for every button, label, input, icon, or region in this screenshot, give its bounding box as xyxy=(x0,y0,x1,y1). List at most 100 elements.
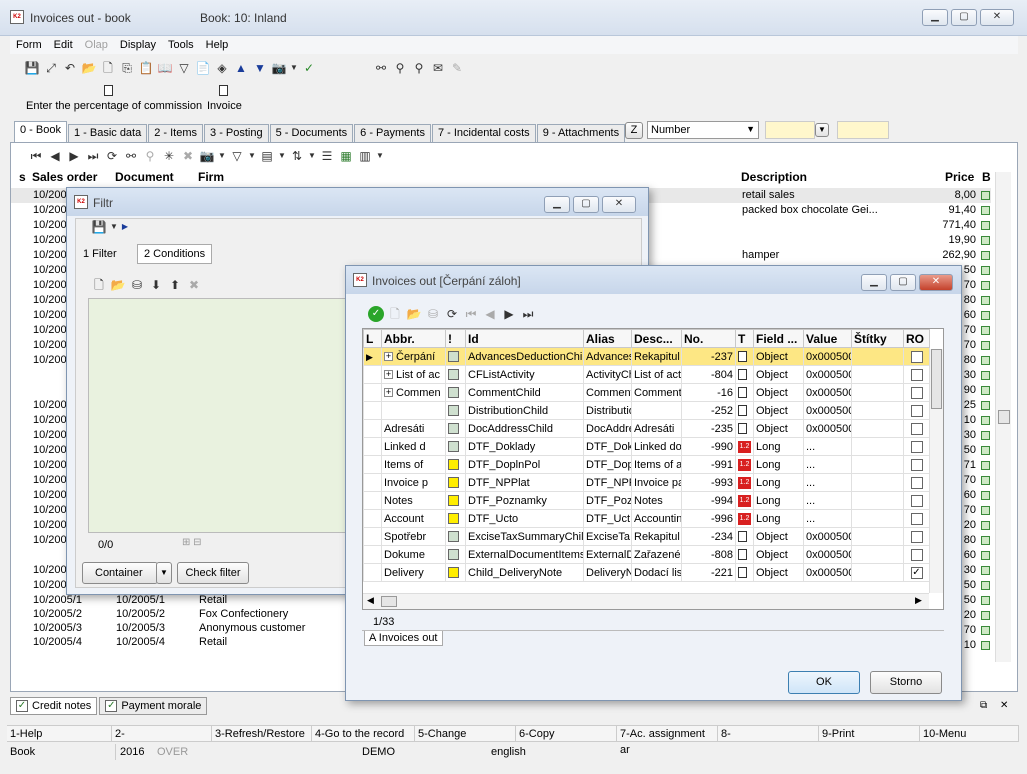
inv-col-9[interactable]: Value xyxy=(803,329,852,348)
table-row[interactable]: Spotřebr ExciseTaxSummaryChild ExciseTa: Re… xyxy=(363,527,930,546)
tree-icon[interactable]: ☰ xyxy=(319,148,335,164)
col-description[interactable]: Description xyxy=(741,170,807,184)
conditions-area[interactable] xyxy=(88,298,346,533)
arrow-down-icon[interactable]: ▼ xyxy=(252,60,268,76)
value-field-2[interactable] xyxy=(837,121,889,139)
new-document-icon[interactable]: 🗋 xyxy=(100,60,116,76)
ro-checkbox[interactable] xyxy=(910,368,923,381)
row-indicator[interactable] xyxy=(363,455,382,474)
mail-icon[interactable]: ✉ xyxy=(430,60,446,76)
open-folder-icon[interactable]: 📂 xyxy=(406,306,422,322)
binoculars-icon[interactable]: ⚯ xyxy=(123,148,139,164)
inv-col-3[interactable]: Id xyxy=(465,329,584,348)
commission-icon[interactable] xyxy=(104,84,113,96)
row-indicator[interactable] xyxy=(363,527,382,546)
row-indicator[interactable]: ▶ xyxy=(363,347,382,366)
inv-col-7[interactable]: T xyxy=(735,329,754,348)
invoice-icon[interactable] xyxy=(219,84,228,96)
tab-2[interactable]: 2 - Items xyxy=(148,124,204,142)
menu-form[interactable]: Form xyxy=(10,39,48,51)
move-up-icon[interactable]: ⬆ xyxy=(167,277,183,293)
inv-col-10[interactable]: Štítky xyxy=(851,329,904,348)
document-icon[interactable]: 📄 xyxy=(195,60,211,76)
row-indicator[interactable] xyxy=(363,545,382,564)
ro-checkbox[interactable] xyxy=(910,440,923,453)
tab-4[interactable]: 5 - Documents xyxy=(269,124,354,142)
menu-display[interactable]: Display xyxy=(114,39,162,51)
expand-icon[interactable]: ⊞ ⊟ xyxy=(182,537,202,548)
new-icon[interactable]: 🗋 xyxy=(387,306,403,322)
fkey-8[interactable]: 8- xyxy=(718,726,819,742)
db-icon[interactable]: ⛁ xyxy=(425,306,441,322)
prev-record-icon[interactable]: ◀ xyxy=(47,148,63,164)
restore-window-icon[interactable]: ⧉ xyxy=(980,700,987,711)
tab-3[interactable]: 3 - Posting xyxy=(204,124,269,142)
save-icon[interactable]: 💾 xyxy=(24,60,40,76)
ro-checkbox[interactable] xyxy=(910,404,923,417)
filtr-save-icon[interactable]: 💾 xyxy=(91,219,107,235)
dropdown-arrow-icon[interactable]: ▼ xyxy=(248,148,256,164)
last-record-icon[interactable]: ⏭ xyxy=(520,306,536,322)
tab-5[interactable]: 6 - Payments xyxy=(354,124,431,142)
col-sales-order[interactable]: Sales order xyxy=(32,170,97,184)
table-row[interactable]: Notes DTF_Poznamky DTF_Poz Notes -994 1.2 Long… xyxy=(363,491,930,510)
inv-col-5[interactable]: Desc... xyxy=(631,329,682,348)
tab-7[interactable]: 9 - Attachments xyxy=(536,124,626,142)
ro-checkbox[interactable] xyxy=(910,494,923,507)
inv-col-1[interactable]: Abbr. xyxy=(381,329,446,348)
ro-checkbox[interactable] xyxy=(910,476,923,489)
table-row[interactable]: ▶ + Čerpání AdvancesDeductionChild Advances R… xyxy=(363,347,930,366)
ro-checkbox[interactable] xyxy=(910,512,923,525)
commission-action[interactable]: Enter the percentage of commission xyxy=(26,100,202,112)
filtr-tab-conditions[interactable]: 2 Conditions xyxy=(137,244,213,264)
edit-icon[interactable]: ✎ xyxy=(449,60,465,76)
expand-icon[interactable]: + xyxy=(384,388,393,398)
value-dropdown-button[interactable]: ▼ xyxy=(815,123,829,137)
minimize-button[interactable]: ▁ xyxy=(922,9,948,26)
new-condition-icon[interactable]: 🗋 xyxy=(91,277,107,293)
play-icon[interactable]: ▶ xyxy=(121,219,129,235)
menu-help[interactable]: Help xyxy=(200,39,235,51)
undo-icon[interactable]: ↶ xyxy=(62,60,78,76)
dropdown-arrow-icon[interactable]: ▼ xyxy=(290,60,298,76)
z-button[interactable]: Z xyxy=(625,122,643,139)
table-row[interactable]: Invoice p DTF_NPPlat DTF_NPF Invoice pa -993… xyxy=(363,473,930,492)
ro-checkbox[interactable] xyxy=(910,530,923,543)
dropdown-arrow-icon[interactable]: ▼ xyxy=(218,148,226,164)
fkey-2[interactable]: 2- xyxy=(112,726,212,742)
fkey-10[interactable]: 10-Menu xyxy=(920,726,1019,742)
col-firm[interactable]: Firm xyxy=(198,170,224,184)
prev-record-icon[interactable]: ◀ xyxy=(482,306,498,322)
table-row[interactable]: Delivery Child_DeliveryNote DeliveryN Dodac… xyxy=(363,563,930,582)
ro-checkbox[interactable] xyxy=(910,548,923,561)
menu-edit[interactable]: Edit xyxy=(48,39,79,51)
filtr-tab-filter[interactable]: 1 Filter xyxy=(83,248,117,260)
table-row[interactable]: + List of ac CFListActivity ActivityCh List … xyxy=(363,365,930,384)
bottom-tab-1[interactable]: ✓ Payment morale xyxy=(99,697,208,715)
dropdown-arrow-icon[interactable]: ▼ xyxy=(308,148,316,164)
condition-db-icon[interactable]: ⛁ xyxy=(129,277,145,293)
dropdown-arrow-icon[interactable]: ▼ xyxy=(110,219,118,235)
row-indicator[interactable] xyxy=(363,419,382,438)
ok-button[interactable]: OK xyxy=(788,671,860,694)
tab-1[interactable]: 1 - Basic data xyxy=(67,124,148,142)
table-row[interactable]: Adresáti DocAddressChild DocAddre Adresáti -… xyxy=(363,419,930,438)
menu-tools[interactable]: Tools xyxy=(162,39,200,51)
open-folder-icon[interactable]: 📂 xyxy=(81,60,97,76)
remove-icon[interactable]: ✖ xyxy=(180,148,196,164)
container-button[interactable]: Container xyxy=(82,562,158,584)
storno-button[interactable]: Storno xyxy=(870,671,942,694)
inv-col-4[interactable]: Alias xyxy=(583,329,632,348)
tab-checkbox[interactable]: ✓ xyxy=(16,700,28,712)
resize-icon[interactable]: ⤢ xyxy=(43,60,59,76)
inv-col-2[interactable]: ! xyxy=(445,329,466,348)
col-s[interactable]: s xyxy=(19,170,26,184)
inv-hscroll[interactable]: ◀ ▶ xyxy=(363,593,929,609)
inv-col-6[interactable]: No. xyxy=(681,329,736,348)
fkey-5[interactable]: 5-Change xyxy=(415,726,516,742)
find-disabled-icon[interactable]: ⚲ xyxy=(142,148,158,164)
filter-icon[interactable]: ▽ xyxy=(176,60,192,76)
table-row[interactable]: Dokume ExternalDocumentItems ExternalD Zařa… xyxy=(363,545,930,564)
filtr-close-button[interactable]: ✕ xyxy=(602,196,636,213)
book-icon[interactable]: 📖 xyxy=(157,60,173,76)
